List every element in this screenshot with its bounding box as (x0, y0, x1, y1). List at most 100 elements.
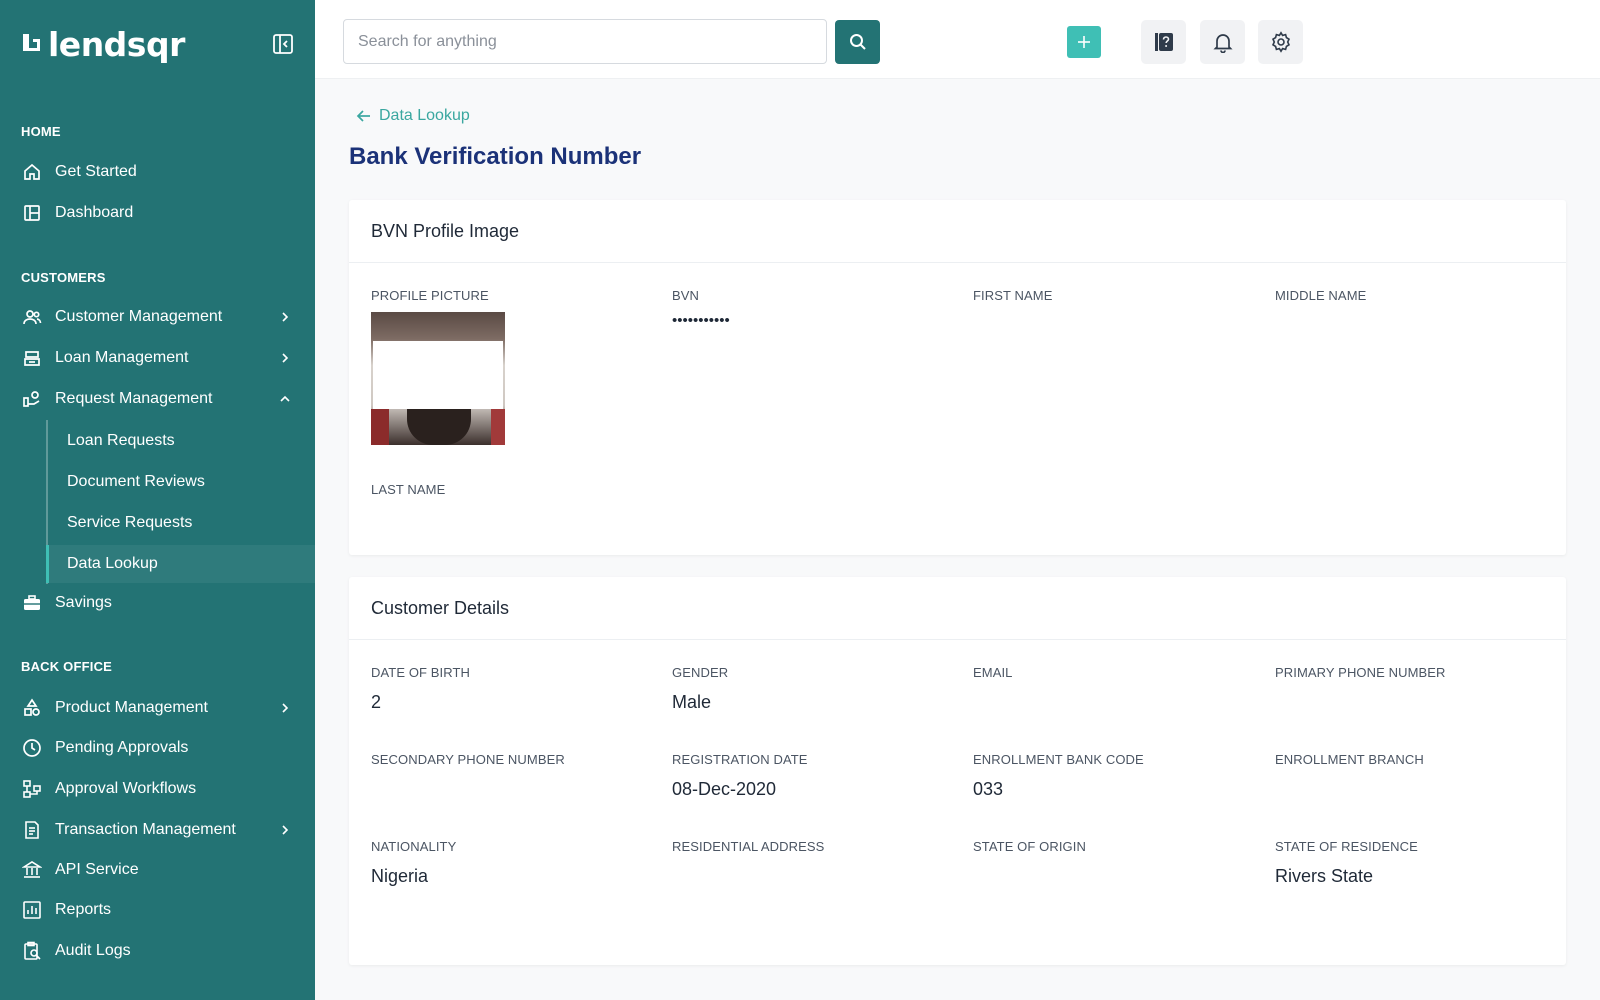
users-icon (21, 306, 43, 328)
sidebar-item-audit-logs[interactable]: Audit Logs (0, 932, 315, 970)
notifications-button[interactable] (1200, 20, 1245, 64)
field-value (672, 866, 952, 886)
search-icon (849, 34, 866, 50)
profile-picture-image (371, 312, 505, 445)
bank-icon (21, 859, 43, 881)
section-title-home: HOME (21, 124, 61, 139)
field-bvn: BVN ••••••••••• (672, 288, 952, 332)
sidebar-item-label: Loan Management (55, 349, 189, 366)
sidebar-item-label: Request Management (55, 390, 213, 407)
field-first-name: FIRST NAME (973, 288, 1253, 303)
field-secondary-phone: SECONDARY PHONE NUMBER (371, 752, 651, 799)
field-email: EMAIL (973, 665, 1253, 712)
sidebar-item-label: Customer Management (55, 308, 223, 325)
sidebar-item-pending-approvals[interactable]: Pending Approvals (0, 729, 315, 767)
photo-subject (407, 409, 471, 445)
field-label: STATE OF ORIGIN (973, 839, 1086, 854)
sidebar-item-label: Product Management (55, 699, 208, 716)
search-button[interactable] (835, 20, 880, 64)
shapes-icon (21, 697, 43, 719)
section-title-back-office: BACK OFFICE (21, 659, 113, 674)
chevron-right-icon (282, 825, 289, 835)
field-label: STATE OF RESIDENCE (1275, 839, 1418, 854)
brand-logo[interactable]: lendsqr (20, 25, 185, 64)
sidebar-item-savings[interactable]: Savings (0, 584, 315, 622)
card-title: Customer Details (349, 577, 1566, 640)
field-value (973, 692, 1253, 712)
sidebar-subitem-data-lookup[interactable]: Data Lookup (46, 545, 315, 583)
section-title-customers: CUSTOMERS (21, 270, 106, 285)
field-label: ENROLLMENT BRANCH (1275, 752, 1424, 767)
field-label: NATIONALITY (371, 839, 457, 854)
sidebar-collapse-button[interactable] (271, 32, 295, 56)
customer-details-card: Customer Details DATE OF BIRTH 2 GENDER … (349, 577, 1566, 965)
sidebar-subitem-label: Document Reviews (67, 473, 205, 490)
field-label: ENROLLMENT BANK CODE (973, 752, 1144, 767)
field-value (1275, 779, 1555, 799)
photo-background (371, 409, 389, 445)
bvn-profile-card: BVN Profile Image PROFILE PICTURE BVN ••… (349, 200, 1566, 555)
field-value: Male (672, 692, 712, 712)
audit-icon (21, 940, 43, 962)
sidebar-item-api-service[interactable]: API Service (0, 851, 315, 889)
sidebar-subitem-document-reviews[interactable]: Document Reviews (48, 463, 315, 501)
settings-button[interactable] (1258, 20, 1303, 64)
sidebar-item-transaction-management[interactable]: Transaction Management (0, 811, 315, 849)
dashboard-icon (21, 202, 43, 224)
help-button[interactable] (1141, 20, 1186, 64)
sidebar-subitem-label: Data Lookup (67, 555, 158, 572)
field-state-of-origin: STATE OF ORIGIN (973, 839, 1253, 886)
sidebar-item-label: Dashboard (55, 204, 134, 221)
field-value (973, 866, 1253, 886)
sidebar-item-request-management[interactable]: Request Management (0, 380, 315, 418)
field-value: Rivers State (1275, 866, 1374, 886)
sidebar-item-get-started[interactable]: Get Started (0, 153, 315, 191)
field-label: BVN (672, 288, 700, 303)
field-enrollment-branch: ENROLLMENT BRANCH (1275, 752, 1555, 799)
chevron-right-icon (282, 703, 289, 713)
workflow-icon (21, 778, 43, 800)
brand-name: lendsqr (48, 24, 185, 64)
field-value: 2 (371, 692, 382, 712)
sidebar-item-label: Pending Approvals (55, 739, 189, 756)
search-input[interactable] (343, 19, 827, 64)
sidebar-item-label: Transaction Management (55, 821, 236, 838)
sidebar-item-label: Savings (55, 594, 112, 611)
chevron-up-icon (280, 395, 290, 402)
sidebar-subitem-loan-requests[interactable]: Loan Requests (48, 422, 315, 460)
sidebar-item-approval-workflows[interactable]: Approval Workflows (0, 770, 315, 808)
home-icon (21, 161, 43, 183)
field-primary-phone: PRIMARY PHONE NUMBER (1275, 665, 1555, 712)
photo-redaction (373, 341, 503, 409)
sidebar-item-dashboard[interactable]: Dashboard (0, 194, 315, 232)
card-title: BVN Profile Image (349, 200, 1566, 263)
chevron-right-icon (282, 312, 289, 322)
page-title: Bank Verification Number (349, 143, 642, 170)
plus-icon (1078, 36, 1090, 48)
field-enrollment-bank-code: ENROLLMENT BANK CODE 033 (973, 752, 1253, 800)
sidebar-subitem-service-requests[interactable]: Service Requests (48, 504, 315, 542)
field-value: 08-Dec-2020 (672, 779, 777, 799)
field-label: RESIDENTIAL ADDRESS (672, 839, 825, 854)
sidebar-item-product-management[interactable]: Product Management (0, 689, 315, 727)
sidebar-collapse-icon (273, 34, 293, 54)
sidebar-item-reports[interactable]: Reports (0, 891, 315, 929)
request-icon (21, 388, 43, 410)
clock-icon (21, 737, 43, 759)
field-residential-address: RESIDENTIAL ADDRESS (672, 839, 952, 886)
help-icon (1154, 33, 1173, 51)
field-nationality: NATIONALITY Nigeria (371, 839, 651, 887)
sidebar-subitem-label: Service Requests (67, 514, 193, 531)
top-bar (315, 0, 1600, 79)
sidebar-item-customer-management[interactable]: Customer Management (0, 298, 315, 336)
back-link[interactable]: Data Lookup (356, 107, 470, 125)
field-label: PRIMARY PHONE NUMBER (1275, 665, 1446, 680)
transaction-icon (21, 819, 43, 841)
sidebar-item-loan-management[interactable]: Loan Management (0, 339, 315, 377)
field-label: LAST NAME (371, 482, 446, 497)
sidebar-item-label: Get Started (55, 163, 137, 180)
loan-icon (21, 347, 43, 369)
add-button[interactable] (1067, 26, 1101, 58)
field-middle-name: MIDDLE NAME (1275, 288, 1555, 303)
sidebar-item-label: Reports (55, 901, 112, 918)
